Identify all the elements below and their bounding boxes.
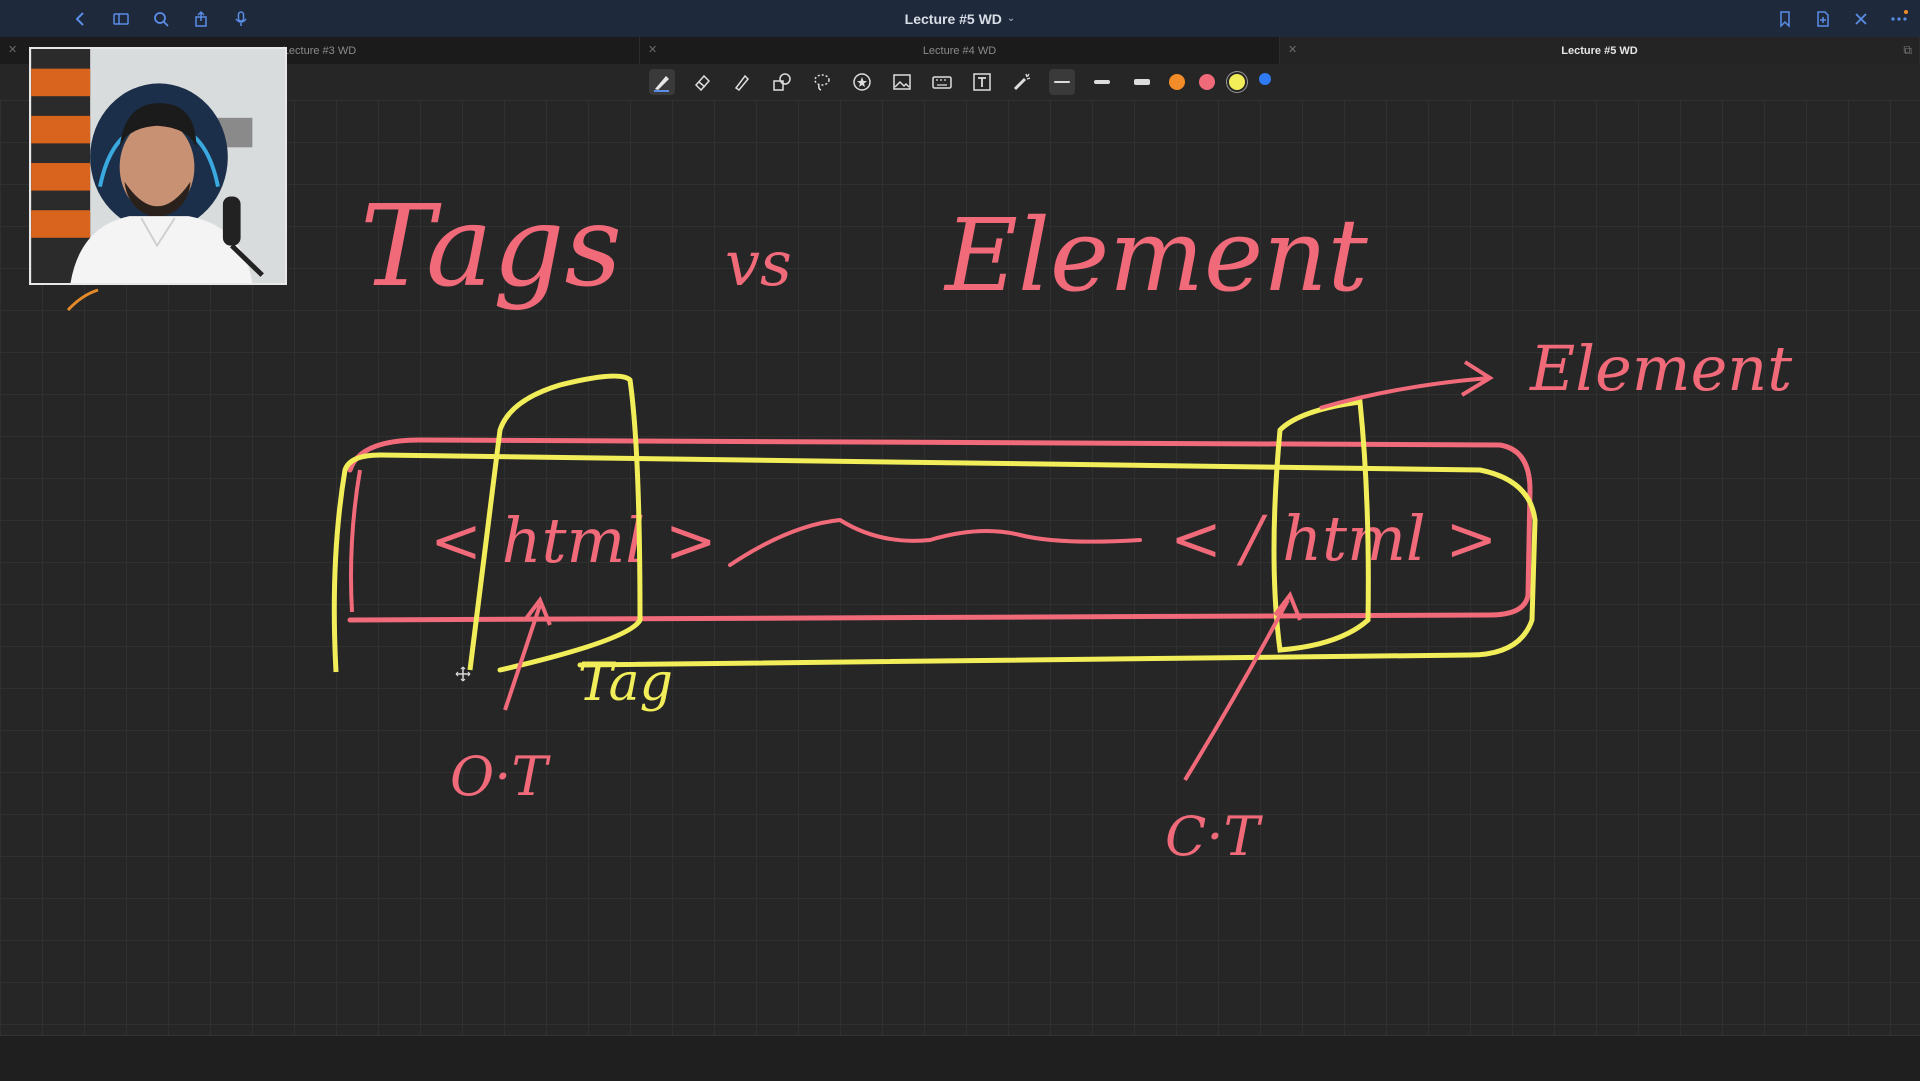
presenter-video-feed bbox=[31, 49, 285, 283]
tab-close-icon[interactable]: ✕ bbox=[8, 43, 17, 56]
bookmark-icon[interactable] bbox=[1774, 8, 1796, 30]
document-title[interactable]: Lecture #5 WD ⌄ bbox=[0, 0, 1920, 37]
chevron-down-icon[interactable]: ⌄ bbox=[1007, 13, 1015, 24]
shapes-tool-icon[interactable] bbox=[769, 69, 795, 95]
color-swatch-orange[interactable] bbox=[1169, 74, 1185, 90]
titlebar-right-controls bbox=[1774, 0, 1910, 37]
tab-lecture-4[interactable]: ✕ Lecture #4 WD bbox=[640, 37, 1280, 64]
stroke-thin-option[interactable] bbox=[1049, 69, 1075, 95]
color-swatch-pink[interactable] bbox=[1199, 74, 1215, 90]
tab-close-icon[interactable]: ✕ bbox=[1288, 43, 1297, 56]
new-page-icon[interactable] bbox=[1812, 8, 1834, 30]
pen-tool-icon[interactable] bbox=[649, 69, 675, 95]
more-icon[interactable] bbox=[1888, 8, 1910, 30]
titlebar-left-controls bbox=[70, 0, 252, 37]
highlighter-tool-icon[interactable] bbox=[729, 69, 755, 95]
color-swatch-blue[interactable] bbox=[1259, 73, 1271, 85]
tab-bar: ✕ Lecture #3 WD ✕ Lecture #4 WD ✕ Lectur… bbox=[0, 37, 1920, 64]
drawing-toolbar bbox=[0, 64, 1920, 100]
tab-label: Lecture #5 WD bbox=[1561, 44, 1638, 57]
lasso-tool-icon[interactable] bbox=[809, 69, 835, 95]
note-canvas[interactable] bbox=[0, 100, 1920, 1035]
color-swatch-yellow[interactable] bbox=[1229, 74, 1245, 90]
sidebar-icon[interactable] bbox=[110, 8, 132, 30]
tab-close-icon[interactable]: ✕ bbox=[648, 43, 657, 56]
image-tool-icon[interactable] bbox=[889, 69, 915, 95]
close-icon[interactable] bbox=[1850, 8, 1872, 30]
back-icon[interactable] bbox=[70, 8, 92, 30]
text-tool-icon[interactable] bbox=[969, 69, 995, 95]
sticker-tool-icon[interactable] bbox=[849, 69, 875, 95]
tab-label: Lecture #3 WD bbox=[282, 44, 357, 57]
move-cursor-icon bbox=[455, 666, 471, 682]
keyboard-tool-icon[interactable] bbox=[929, 69, 955, 95]
tab-overview-icon[interactable]: ⧉ bbox=[1903, 43, 1912, 58]
search-icon[interactable] bbox=[150, 8, 172, 30]
document-title-text: Lecture #5 WD bbox=[904, 10, 1002, 27]
title-bar: Lecture #5 WD ⌄ bbox=[0, 0, 1920, 37]
tab-label: Lecture #4 WD bbox=[922, 44, 997, 57]
stroke-medium-option[interactable] bbox=[1089, 69, 1115, 95]
eraser-tool-icon[interactable] bbox=[689, 69, 715, 95]
microphone-icon[interactable] bbox=[230, 8, 252, 30]
webcam-video-overlay bbox=[29, 47, 287, 285]
stroke-thick-option[interactable] bbox=[1129, 69, 1155, 95]
laser-pointer-tool-icon[interactable] bbox=[1009, 69, 1035, 95]
bottom-status-bar bbox=[0, 1035, 1920, 1081]
share-icon[interactable] bbox=[190, 8, 212, 30]
tab-lecture-5[interactable]: ✕ Lecture #5 WD bbox=[1280, 37, 1920, 64]
